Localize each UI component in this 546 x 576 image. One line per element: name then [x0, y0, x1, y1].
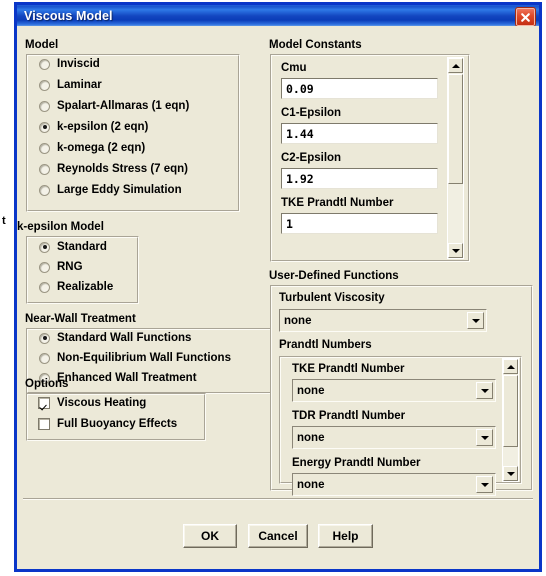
model-radio-label: Spalart-Allmaras (1 eqn): [57, 100, 190, 112]
model-radio-label: Reynolds Stress (7 eqn): [57, 163, 189, 175]
kepsilon-radio-realizable[interactable]: Realizable: [39, 281, 113, 293]
model-radio-k-epsilon[interactable]: k-epsilon (2 eqn): [39, 121, 148, 133]
radio-indicator: [39, 58, 50, 70]
field-input-tke-prandtl-number[interactable]: 1: [281, 213, 438, 234]
kepsilon-radio-label: Realizable: [57, 281, 114, 293]
kepsilon-group-label: k-epsilon Model: [17, 221, 104, 233]
kepsilon-radio-standard[interactable]: Standard: [39, 241, 107, 253]
kepsilon-radio-rng[interactable]: RNG: [39, 261, 83, 273]
dropdown-energy-prandtl-number[interactable]: none: [292, 473, 496, 496]
nearwall-group-label: Near-Wall Treatment: [25, 313, 136, 325]
nearwall-radio-non-equilibrium-wall-functions[interactable]: Non-Equilibrium Wall Functions: [39, 352, 231, 364]
model-radio-k-omega[interactable]: k-omega (2 eqn): [39, 142, 145, 154]
model-group-label: Model: [25, 39, 59, 51]
field-label-c2-epsilon: C2-Epsilon: [281, 152, 342, 164]
radio-indicator: [39, 184, 50, 196]
field-label-cmu: Cmu: [281, 62, 307, 74]
kepsilon-radio-label: Standard: [57, 241, 107, 253]
scroll-up-arrow-icon[interactable]: [503, 359, 518, 374]
scroll-down-arrow-icon[interactable]: [503, 466, 518, 481]
option-checkbox-label: Full Buoyancy Effects: [57, 418, 178, 430]
option-checkbox-viscous-heating[interactable]: Viscous Heating: [38, 397, 146, 409]
field-label-turbulent-viscosity: Turbulent Viscosity: [279, 292, 385, 304]
radio-indicator: [39, 142, 50, 154]
nearwall-radio-label: Enhanced Wall Treatment: [57, 372, 197, 384]
dropdown-value: none: [297, 478, 325, 491]
background-window-text: t: [2, 215, 6, 227]
dialog-client-area: Model Inviscid Laminar Spalart-Allmaras …: [17, 26, 539, 569]
nearwall-radio-label: Standard Wall Functions: [57, 332, 192, 344]
chevron-down-icon[interactable]: [476, 429, 493, 446]
dropdown-value: none: [284, 314, 312, 327]
prandtl-numbers-scrollbar[interactable]: [502, 358, 519, 482]
radio-indicator: [39, 241, 50, 253]
kepsilon-radio-label: RNG: [57, 261, 83, 273]
option-checkbox-full-buoyancy-effects[interactable]: Full Buoyancy Effects: [38, 418, 177, 430]
model-radio-label: k-epsilon (2 eqn): [57, 121, 149, 133]
model-radio-inviscid[interactable]: Inviscid: [39, 58, 100, 70]
checkbox-indicator: [38, 418, 50, 430]
model-radio-label: k-omega (2 eqn): [57, 142, 146, 154]
model-constants-group-label: Model Constants: [269, 39, 362, 51]
field-label-energy-prandtl-number: Energy Prandtl Number: [292, 457, 421, 469]
scroll-up-arrow-icon[interactable]: [448, 58, 463, 73]
option-checkbox-label: Viscous Heating: [57, 397, 147, 409]
scroll-down-arrow-icon[interactable]: [448, 243, 463, 258]
model-radio-label: Large Eddy Simulation: [57, 184, 182, 196]
field-input-c1-epsilon[interactable]: 1.44: [281, 123, 438, 144]
nearwall-radio-label: Non-Equilibrium Wall Functions: [57, 352, 231, 364]
radio-indicator: [39, 121, 50, 133]
field-label-tke-prandtl-number-udf: TKE Prandtl Number: [292, 363, 405, 375]
dropdown-tke-prandtl-number[interactable]: none: [292, 379, 496, 402]
scrollbar-thumb[interactable]: [503, 375, 518, 447]
viscous-model-dialog: Viscous Model Model Inviscid Laminar Spa…: [14, 2, 542, 572]
model-radio-laminar[interactable]: Laminar: [39, 79, 102, 91]
radio-indicator: [39, 261, 50, 273]
model-radio-label: Inviscid: [57, 58, 100, 70]
ok-button[interactable]: OK: [183, 524, 237, 548]
dropdown-value: none: [297, 431, 325, 444]
options-group-label: Options: [25, 378, 69, 390]
checkbox-indicator: [38, 397, 50, 409]
field-input-c2-epsilon[interactable]: 1.92: [281, 168, 438, 189]
radio-indicator: [39, 332, 50, 344]
radio-indicator: [39, 163, 50, 175]
model-constants-scrollbar[interactable]: [447, 57, 464, 259]
dialog-titlebar[interactable]: Viscous Model: [14, 2, 542, 27]
field-label-tke-prandtl-number: TKE Prandtl Number: [281, 197, 394, 209]
model-radio-reynolds-stress[interactable]: Reynolds Stress (7 eqn): [39, 163, 188, 175]
radio-indicator: [39, 281, 50, 293]
close-icon[interactable]: [515, 7, 536, 27]
field-label-tdr-prandtl-number: TDR Prandtl Number: [292, 410, 406, 422]
nearwall-radio-standard-wall-functions[interactable]: Standard Wall Functions: [39, 332, 191, 344]
dropdown-turbulent-viscosity[interactable]: none: [279, 309, 487, 332]
model-radio-spalart-allmaras[interactable]: Spalart-Allmaras (1 eqn): [39, 100, 189, 112]
help-button[interactable]: Help: [318, 524, 373, 548]
chevron-down-icon[interactable]: [476, 476, 493, 493]
chevron-down-icon[interactable]: [467, 312, 484, 329]
prandtl-numbers-label: Prandtl Numbers: [279, 339, 372, 351]
chevron-down-icon[interactable]: [476, 382, 493, 399]
dropdown-value: none: [297, 384, 325, 397]
scrollbar-thumb[interactable]: [448, 74, 463, 184]
cancel-button[interactable]: Cancel: [248, 524, 308, 548]
udf-group-label: User-Defined Functions: [269, 270, 399, 282]
radio-indicator: [39, 100, 50, 112]
field-label-c1-epsilon: C1-Epsilon: [281, 107, 342, 119]
model-radio-large-eddy-simulation[interactable]: Large Eddy Simulation: [39, 184, 182, 196]
model-radio-label: Laminar: [57, 79, 102, 91]
radio-indicator: [39, 79, 50, 91]
dropdown-tdr-prandtl-number[interactable]: none: [292, 426, 496, 449]
dialog-title: Viscous Model: [24, 8, 113, 23]
field-input-cmu[interactable]: 0.09: [281, 78, 438, 99]
button-bar-separator: [23, 498, 533, 500]
radio-indicator: [39, 352, 50, 364]
